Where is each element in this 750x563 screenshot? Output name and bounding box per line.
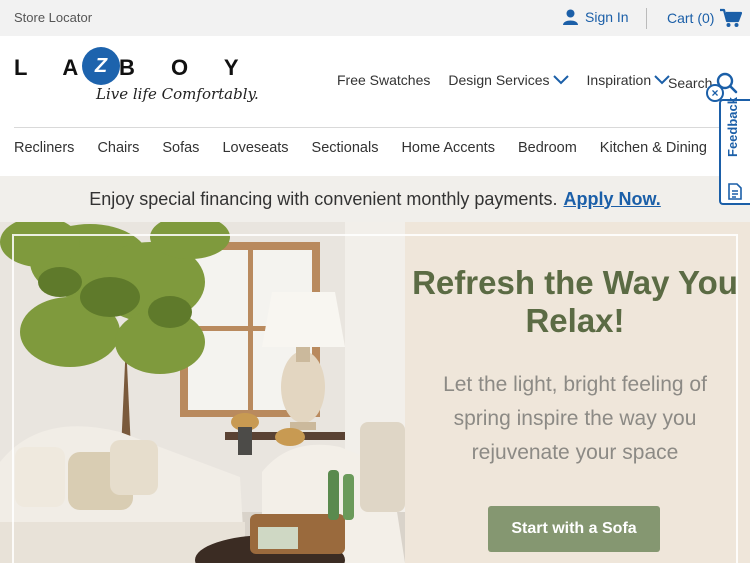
nav-design-services[interactable]: Design Services xyxy=(448,72,569,88)
store-locator-link[interactable]: Store Locator xyxy=(14,10,92,25)
utility-bar: Store Locator Sign In Cart (0) xyxy=(0,0,750,36)
hero-body: Let the light, bright feeling of spring … xyxy=(443,373,707,464)
nav-inspiration[interactable]: Inspiration xyxy=(587,72,671,88)
promo-text: Enjoy special financing with convenient … xyxy=(89,188,558,209)
sign-in-label: Sign In xyxy=(585,9,629,25)
hero-text-panel: Refresh the Way You Relax! Let the light… xyxy=(405,222,750,563)
document-icon xyxy=(728,183,742,200)
chevron-down-icon xyxy=(552,75,569,85)
nav-inspiration-label: Inspiration xyxy=(586,72,652,88)
category-home-accents[interactable]: Home Accents xyxy=(401,140,495,156)
category-loveseats[interactable]: Loveseats xyxy=(222,140,288,156)
category-nav: Recliners Chairs Sofas Loveseats Section… xyxy=(14,140,750,156)
category-kitchen-dining[interactable]: Kitchen & Dining xyxy=(600,140,707,156)
feedback-close-button[interactable]: × xyxy=(706,84,724,102)
logo-wordmark-right: B O Y xyxy=(119,55,254,80)
nav-design-services-label: Design Services xyxy=(448,72,550,88)
lazboy-logo[interactable]: L A Z B O Y Live life Comfortably. xyxy=(14,47,274,115)
category-sofas[interactable]: Sofas xyxy=(162,140,199,156)
feedback-tab[interactable]: Feedback xyxy=(719,97,750,205)
nav-free-swatches-label: Free Swatches xyxy=(337,72,431,88)
hero-living-room-image xyxy=(0,222,405,563)
financing-promo-banner: Enjoy special financing with convenient … xyxy=(0,176,750,222)
hero-banner: Refresh the Way You Relax! Let the light… xyxy=(0,222,750,563)
apply-now-link[interactable]: Apply Now. xyxy=(563,189,660,210)
logo-tagline: Live life Comfortably. xyxy=(96,85,259,103)
category-recliners[interactable]: Recliners xyxy=(14,140,74,156)
hero-title: Refresh the Way You Relax! xyxy=(412,264,738,339)
user-icon xyxy=(563,9,578,25)
cart-icon xyxy=(720,8,743,27)
nav-free-swatches[interactable]: Free Swatches xyxy=(337,72,430,88)
search-button[interactable]: Search xyxy=(668,72,738,94)
top-nav: Free Swatches Design Services Inspiratio… xyxy=(337,72,688,88)
feedback-label: Feedback xyxy=(725,97,740,157)
category-bedroom[interactable]: Bedroom xyxy=(518,140,577,156)
logo-z-badge: Z xyxy=(82,47,120,85)
cart-label: Cart (0) xyxy=(667,10,715,26)
category-sectionals[interactable]: Sectionals xyxy=(312,140,379,156)
category-chairs[interactable]: Chairs xyxy=(97,140,139,156)
start-with-a-sofa-button[interactable]: Start with a Sofa xyxy=(488,506,660,552)
cart-link[interactable]: Cart (0) xyxy=(667,8,743,28)
header-divider xyxy=(14,127,736,128)
sign-in-link[interactable]: Sign In xyxy=(563,9,629,25)
utility-divider xyxy=(646,8,647,29)
